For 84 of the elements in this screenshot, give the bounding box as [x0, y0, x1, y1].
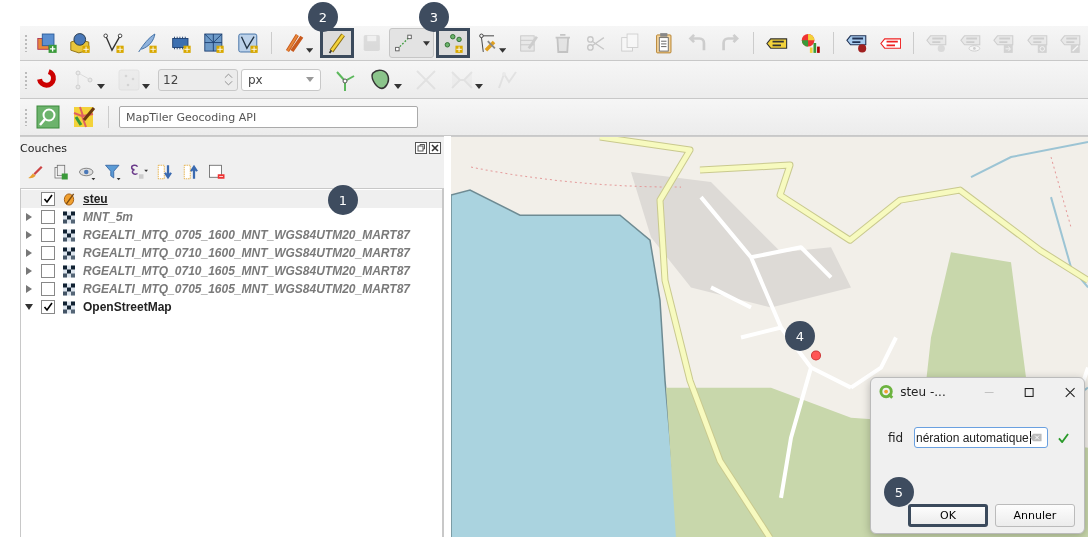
- label-icon: [766, 36, 788, 50]
- collapse-arrow-icon: [25, 303, 33, 311]
- expand-arrow-icon: [25, 249, 33, 257]
- add-group-icon: [52, 163, 70, 181]
- expand-all-icon: [156, 163, 174, 181]
- checkbox[interactable]: [41, 228, 55, 242]
- float-icon[interactable]: [415, 142, 427, 154]
- clear-icon[interactable]: [1030, 432, 1042, 443]
- expand-arrow-icon: [25, 285, 33, 293]
- expand-arrow-icon: [25, 267, 33, 275]
- layer-name: RGEALTI_MTQ_0710_1600_MNT_WGS84UTM20_MART87: [83, 246, 410, 260]
- raster-icon: [63, 246, 75, 260]
- checkbox[interactable]: [41, 300, 55, 314]
- input-field[interactable]: nération automatique: [914, 427, 1048, 448]
- points-icon: [117, 67, 141, 92]
- raster-icon: [63, 282, 75, 296]
- map-pen-icon: [72, 105, 96, 129]
- layer-name: RGEALTI_MTQ_0705_1605_MNT_WGS84UTM20_MART87: [83, 282, 410, 296]
- pencil-button[interactable]: [320, 28, 354, 58]
- copy-icon: [618, 31, 641, 55]
- raster-icon: [63, 210, 75, 224]
- expression-icon: [130, 163, 148, 181]
- raster-icon: [63, 228, 75, 242]
- caret-icon: [142, 84, 150, 89]
- checkbox[interactable]: [41, 246, 55, 260]
- feather-icon: [136, 31, 158, 55]
- layer-name: RGEALTI_MTQ_0710_1605_MNT_WGS84UTM20_MART87: [83, 264, 410, 278]
- dialog-button[interactable]: OK: [908, 504, 988, 527]
- caret-icon: [306, 77, 314, 82]
- layers-add-icon: [35, 31, 58, 55]
- caret-icon: [394, 84, 402, 89]
- caret-icon: [499, 47, 507, 53]
- layer-name: OpenStreetMap: [83, 300, 172, 314]
- expand-arrow-icon: [25, 231, 33, 239]
- caret-icon: [423, 40, 431, 46]
- app-logo-icon: [879, 384, 895, 400]
- chart-icon: [799, 31, 822, 55]
- pencils-icon: [283, 31, 305, 55]
- step-badge: 3: [419, 2, 449, 32]
- add-point-icon: [442, 31, 464, 55]
- vector-line-icon: [102, 31, 125, 55]
- layer-name: MNT_5m: [83, 210, 133, 224]
- add-point-button[interactable]: [436, 28, 470, 58]
- field-label: fid: [888, 430, 904, 445]
- checkbox[interactable]: [41, 192, 55, 206]
- dialog-title: steu -...: [900, 385, 947, 399]
- filter-icon: [104, 163, 122, 181]
- grid-icon: [203, 31, 225, 55]
- line-segment-button[interactable]: [389, 28, 435, 58]
- caret-icon: [305, 47, 314, 53]
- pencil-icon: [326, 31, 348, 55]
- step-badge: 2: [308, 2, 338, 32]
- maximize-icon[interactable]: [1023, 385, 1036, 399]
- dialog-button[interactable]: Annuler: [995, 504, 1075, 527]
- layer-name: steu: [83, 192, 108, 206]
- search-field[interactable]: MapTiler Geocoding API: [119, 106, 418, 128]
- layer-row[interactable]: RGEALTI_MTQ_0710_1605_MNT_WGS84UTM20_MART87: [21, 262, 442, 280]
- pencil-icon: [63, 192, 75, 206]
- layer-row[interactable]: RGEALTI_MTQ_0710_1600_MNT_WGS84UTM20_MART87: [21, 244, 442, 262]
- close-icon[interactable]: [429, 142, 441, 154]
- unit-dropdown[interactable]: px: [241, 68, 321, 91]
- search-icon: [36, 105, 60, 129]
- globe-box-icon: [69, 31, 91, 55]
- remove-layer-icon: [208, 163, 226, 181]
- close-icon[interactable]: [1063, 385, 1076, 399]
- layer-row[interactable]: RGEALTI_MTQ_0705_1605_MNT_WGS84UTM20_MART87: [21, 280, 442, 298]
- stepper-icon: [224, 73, 233, 86]
- caret-icon: [475, 84, 483, 89]
- layer-row[interactable]: RGEALTI_MTQ_0705_1600_MNT_WGS84UTM20_MART87: [21, 226, 442, 244]
- caret-icon: [97, 84, 105, 89]
- layer-row[interactable]: OpenStreetMap: [21, 298, 442, 316]
- checkbox[interactable]: [41, 210, 55, 224]
- checkbox[interactable]: [41, 282, 55, 296]
- collapse-all-icon: [182, 163, 200, 181]
- polygon-icon: [236, 31, 259, 55]
- layer-name: RGEALTI_MTQ_0705_1600_MNT_WGS84UTM20_MART87: [83, 228, 410, 242]
- panel-title: Couches: [20, 141, 67, 155]
- raster-icon: [63, 264, 75, 278]
- vertex-tree-icon: [72, 67, 96, 92]
- expand-arrow-icon: [25, 213, 33, 221]
- brush-icon: [26, 163, 44, 181]
- raster-icon: [63, 300, 75, 314]
- checkbox[interactable]: [41, 264, 55, 278]
- label-outline-icon: [879, 36, 902, 50]
